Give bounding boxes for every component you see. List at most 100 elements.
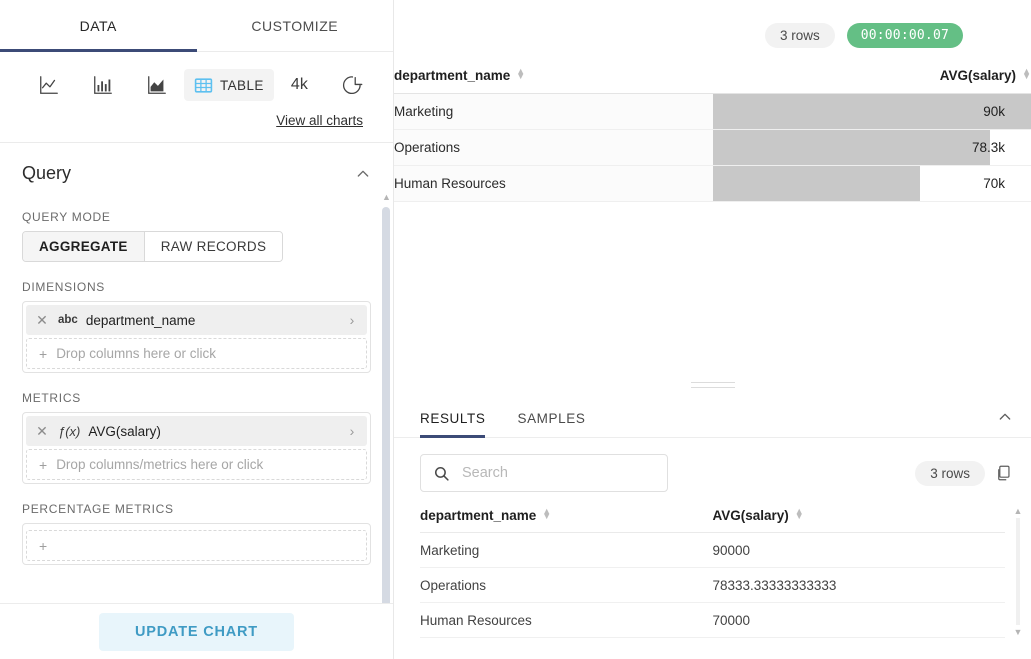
view-all-charts-link[interactable]: View all charts [276,113,363,128]
scroll-down-icon[interactable]: ▼ [1013,627,1023,637]
panel-resize-handle[interactable] [394,372,1031,398]
sort-icon[interactable]: ▲▼ [516,69,525,79]
dimensions-dropzone[interactable]: ✕ abc department_name › + Drop columns h… [22,301,371,373]
results-search-box[interactable] [420,454,668,492]
chart-timer-badge: 00:00:00.07 [847,23,963,48]
sort-icon[interactable]: ▲▼ [542,509,551,519]
plus-icon: + [39,538,47,554]
table-row: Operations78333.33333333333 [420,568,1005,603]
query-mode-aggregate[interactable]: AGGREGATE [23,232,145,261]
query-mode-label: QUERY MODE [0,192,393,231]
metrics-drop-placeholder[interactable]: + Drop columns/metrics here or click [26,449,367,480]
control-panel: DATA CUSTOMIZE [0,0,394,659]
explore-page: DATA CUSTOMIZE [0,0,1031,659]
chart-table-body: Marketing 90k Operations 78.3k Human Resourc… [394,94,1031,202]
remove-metric-icon[interactable]: ✕ [26,423,58,440]
chart-and-results-panel: 3 rows 00:00:00.07 department_name▲▼ AVG… [394,0,1031,659]
scroll-up-icon[interactable]: ▲ [382,193,391,202]
metric-chip-avg-salary[interactable]: ✕ ƒ(x) AVG(salary) › [26,416,367,446]
handle-line [691,382,735,383]
view-all-charts-row: View all charts [14,104,379,142]
percentage-metrics-dropzone[interactable]: + [22,523,371,565]
query-scroll-area: Query QUERY MODE AGGREGATE RAW RECORDS D… [0,143,393,659]
plus-icon: + [39,346,47,362]
viz-type-area-chart[interactable] [130,69,184,101]
metrics-placeholder-text: Drop columns/metrics here or click [56,457,263,472]
metric-bar-value: 70k [983,176,1031,191]
results-cell-dimension: Operations [420,568,713,603]
chart-col-header-department-name[interactable]: department_name▲▼ [394,62,713,94]
update-chart-bar: UPDATE CHART [0,603,393,659]
area-chart-icon [146,74,168,96]
query-mode-toggle: AGGREGATE RAW RECORDS [22,231,283,262]
tab-customize[interactable]: CUSTOMIZE [197,0,394,51]
pie-chart-icon [341,74,363,96]
dimension-chip-department-name[interactable]: ✕ abc department_name › [26,305,367,335]
control-panel-scrollbar[interactable]: ▲ [382,201,391,651]
table-row: Human Resources70000 [420,603,1005,638]
chevron-right-icon[interactable]: › [337,423,367,439]
remove-dimension-icon[interactable]: ✕ [26,312,58,329]
viz-type-table-label: TABLE [220,78,264,93]
chart-col-header-avg-salary[interactable]: AVG(salary)▲▼ [713,62,1031,94]
results-scrollbar[interactable]: ▲ ▼ [1013,504,1023,659]
viz-type-bar-chart[interactable] [76,69,130,101]
table-row: Operations 78.3k [394,130,1031,166]
tab-data[interactable]: DATA [0,0,197,51]
query-mode-raw-records[interactable]: RAW RECORDS [145,232,283,261]
chart-row-count-badge: 3 rows [765,23,835,48]
chart-table-head: department_name▲▼ AVG(salary)▲▼ [394,62,1031,94]
viz-type-line-chart[interactable] [22,69,76,101]
metric-bar-value: 78.3k [972,140,1031,155]
metrics-dropzone[interactable]: ✕ ƒ(x) AVG(salary) › + Drop columns/metr… [22,412,371,484]
results-toolbar: 3 rows [394,438,1031,504]
metrics-label: METRICS [0,373,393,412]
percentage-metrics-drop-placeholder[interactable]: + [26,530,367,561]
metric-type-badge: ƒ(x) [58,424,80,439]
chart-cell-dimension: Operations [394,130,713,166]
viz-type-table[interactable]: TABLE [184,69,274,101]
dimension-chip-label: department_name [86,313,337,328]
table-row: Human Resources 70k [394,166,1031,202]
query-section-header[interactable]: Query [0,143,393,192]
results-cell-metric: 70000 [713,603,1006,638]
results-col-header-department-name[interactable]: department_name▲▼ [420,504,713,533]
scrollbar-track[interactable] [1016,518,1020,625]
chart-cell-dimension: Human Resources [394,166,713,202]
dimension-type-badge: abc [58,314,78,326]
tab-samples[interactable]: SAMPLES [517,411,585,437]
plus-icon: + [39,457,47,473]
tab-data-label: DATA [80,18,117,34]
chart-cell-metric: 90k [713,94,1031,130]
sort-icon[interactable]: ▲▼ [1022,69,1031,79]
results-table: department_name▲▼ AVG(salary)▲▼ Marketin… [420,504,1005,638]
line-chart-icon [38,74,60,96]
collapse-results-chevron-up-icon[interactable] [997,409,1013,425]
update-chart-button[interactable]: UPDATE CHART [99,613,294,651]
scrollbar-thumb[interactable] [382,207,390,659]
viz-type-strip: TABLE 4k View all charts [0,52,393,142]
results-cell-dimension: Marketing [420,533,713,568]
table-icon [194,76,213,95]
sort-icon[interactable]: ▲▼ [795,509,804,519]
metric-chip-label: AVG(salary) [88,424,337,439]
scroll-up-icon[interactable]: ▲ [1013,506,1023,516]
tab-results[interactable]: RESULTS [420,411,485,437]
metric-bar-cell: 78.3k [713,130,1031,165]
results-table-wrap: department_name▲▼ AVG(salary)▲▼ Marketin… [394,504,1031,659]
results-search-input[interactable] [460,464,655,482]
chart-cell-dimension: Marketing [394,94,713,130]
chevron-right-icon[interactable]: › [337,312,367,328]
viz-type-big-number[interactable]: 4k [274,76,325,94]
dimensions-label: DIMENSIONS [0,262,393,301]
viz-type-pie-chart[interactable] [325,69,379,101]
tab-customize-label: CUSTOMIZE [251,18,338,34]
chart-header: 3 rows 00:00:00.07 [394,0,1031,52]
bar-chart-icon [92,74,114,96]
copy-icon[interactable] [995,464,1013,482]
metric-bar-value: 90k [983,104,1031,119]
dimensions-drop-placeholder[interactable]: + Drop columns here or click [26,338,367,369]
results-col-header-avg-salary[interactable]: AVG(salary)▲▼ [713,504,1006,533]
chart-table: department_name▲▼ AVG(salary)▲▼ Marketin… [394,62,1031,202]
chevron-up-icon[interactable] [355,166,371,182]
